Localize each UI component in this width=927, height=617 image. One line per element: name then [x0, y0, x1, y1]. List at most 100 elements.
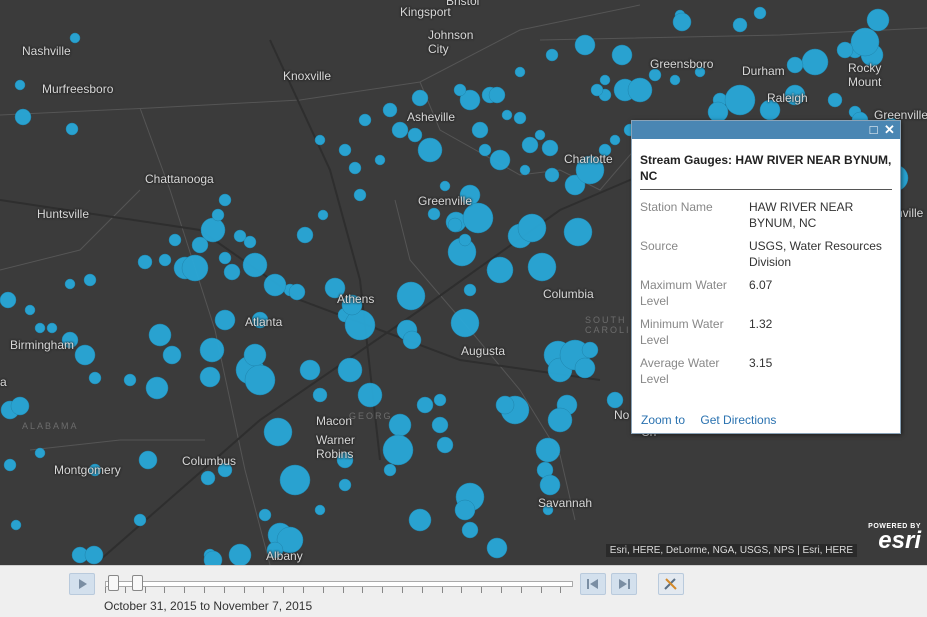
stream-gauge-marker[interactable] — [191, 236, 209, 254]
stream-gauge-marker[interactable] — [228, 543, 252, 565]
stream-gauge-marker[interactable] — [348, 161, 362, 175]
stream-gauge-marker[interactable] — [563, 217, 593, 247]
maximize-icon[interactable]: □ — [867, 123, 880, 136]
stream-gauge-marker[interactable] — [672, 12, 692, 32]
stream-gauge-marker[interactable] — [299, 359, 321, 381]
esri-logo[interactable]: POWERED BY esri — [868, 523, 921, 553]
stream-gauge-marker[interactable] — [627, 77, 653, 103]
stream-gauge-marker[interactable] — [314, 504, 326, 516]
stream-gauge-marker[interactable] — [383, 463, 397, 477]
stream-gauge-marker[interactable] — [513, 111, 527, 125]
stream-gauge-marker[interactable] — [535, 437, 561, 463]
stream-gauge-marker[interactable] — [244, 364, 276, 396]
tools-button[interactable] — [658, 573, 684, 595]
stream-gauge-marker[interactable] — [574, 357, 596, 379]
stream-gauge-marker[interactable] — [242, 252, 268, 278]
stream-gauge-marker[interactable] — [133, 513, 147, 527]
stream-gauge-marker[interactable] — [10, 519, 22, 531]
stream-gauge-marker[interactable] — [3, 458, 17, 472]
stream-gauge-marker[interactable] — [489, 149, 511, 171]
stream-gauge-marker[interactable] — [396, 281, 426, 311]
stream-gauge-marker[interactable] — [534, 129, 546, 141]
stream-gauge-marker[interactable] — [69, 32, 81, 44]
stream-gauge-marker[interactable] — [391, 121, 409, 139]
stream-gauge-marker[interactable] — [338, 478, 352, 492]
stream-gauge-marker[interactable] — [463, 283, 477, 297]
stream-gauge-marker[interactable] — [417, 137, 443, 163]
zoom-to-link[interactable]: Zoom to — [641, 413, 685, 427]
stream-gauge-marker[interactable] — [382, 434, 414, 466]
stream-gauge-marker[interactable] — [402, 330, 422, 350]
stream-gauge-marker[interactable] — [374, 154, 386, 166]
stream-gauge-marker[interactable] — [488, 86, 506, 104]
stream-gauge-marker[interactable] — [495, 395, 515, 415]
stream-gauge-marker[interactable] — [669, 74, 681, 86]
stream-gauge-marker[interactable] — [64, 278, 76, 290]
stream-gauge-marker[interactable] — [65, 122, 79, 136]
stream-gauge-marker[interactable] — [84, 545, 104, 565]
stream-gauge-marker[interactable] — [458, 233, 472, 247]
stream-gauge-marker[interactable] — [145, 376, 169, 400]
stream-gauge-marker[interactable] — [453, 83, 467, 97]
stream-gauge-marker[interactable] — [606, 391, 624, 409]
stream-gauge-marker[interactable] — [181, 254, 209, 282]
stream-gauge-marker[interactable] — [258, 508, 272, 522]
stream-gauge-marker[interactable] — [519, 164, 531, 176]
stream-gauge-marker[interactable] — [83, 273, 97, 287]
stream-gauge-marker[interactable] — [478, 143, 492, 157]
stream-gauge-marker[interactable] — [574, 34, 596, 56]
stream-gauge-marker[interactable] — [541, 139, 559, 157]
stream-gauge-marker[interactable] — [408, 508, 432, 532]
stream-gauge-marker[interactable] — [263, 417, 293, 447]
stream-gauge-marker[interactable] — [471, 121, 489, 139]
stream-gauge-marker[interactable] — [296, 226, 314, 244]
stream-gauge-marker[interactable] — [724, 84, 756, 116]
stream-gauge-marker[interactable] — [243, 343, 267, 367]
stream-gauge-marker[interactable] — [337, 357, 363, 383]
stream-gauge-marker[interactable] — [74, 344, 96, 366]
stream-gauge-marker[interactable] — [836, 41, 854, 59]
stream-gauge-marker[interactable] — [486, 256, 514, 284]
stream-gauge-marker[interactable] — [263, 273, 287, 297]
close-icon[interactable]: ✕ — [883, 123, 896, 136]
stream-gauge-marker[interactable] — [199, 337, 225, 363]
stream-gauge-marker[interactable] — [514, 66, 526, 78]
stream-gauge-marker[interactable] — [137, 254, 153, 270]
stream-gauge-marker[interactable] — [447, 217, 463, 233]
stream-gauge-marker[interactable] — [382, 102, 398, 118]
stream-gauge-marker[interactable] — [411, 89, 429, 107]
stream-gauge-marker[interactable] — [433, 393, 447, 407]
stream-gauge-marker[interactable] — [431, 416, 449, 434]
stream-gauge-marker[interactable] — [407, 127, 423, 143]
stream-gauge-marker[interactable] — [707, 101, 729, 123]
info-popup[interactable]: □ ✕ Stream Gauges: HAW RIVER NEAR BYNUM,… — [631, 120, 901, 434]
stream-gauge-marker[interactable] — [218, 251, 232, 265]
stream-gauge-marker[interactable] — [199, 366, 221, 388]
stream-gauge-marker[interactable] — [590, 83, 604, 97]
stream-gauge-marker[interactable] — [211, 208, 225, 222]
stream-gauge-marker[interactable] — [454, 499, 476, 521]
stream-gauge-marker[interactable] — [0, 291, 17, 309]
stream-gauge-marker[interactable] — [14, 79, 26, 91]
stream-gauge-marker[interactable] — [358, 113, 372, 127]
stream-gauge-marker[interactable] — [501, 109, 513, 121]
stream-gauge-marker[interactable] — [233, 229, 247, 243]
stream-gauge-marker[interactable] — [801, 48, 829, 76]
stream-gauge-marker[interactable] — [416, 396, 434, 414]
get-directions-link[interactable]: Get Directions — [700, 413, 776, 427]
stream-gauge-marker[interactable] — [314, 134, 326, 146]
stream-gauge-marker[interactable] — [162, 345, 182, 365]
stream-gauge-marker[interactable] — [611, 44, 633, 66]
stream-gauge-marker[interactable] — [436, 436, 454, 454]
stream-gauge-marker[interactable] — [24, 304, 36, 316]
stream-gauge-marker[interactable] — [521, 136, 539, 154]
stream-gauge-marker[interactable] — [545, 48, 559, 62]
next-button[interactable] — [611, 573, 637, 595]
stream-gauge-marker[interactable] — [223, 263, 241, 281]
play-button[interactable] — [69, 573, 95, 595]
stream-gauge-marker[interactable] — [599, 74, 611, 86]
stream-gauge-marker[interactable] — [353, 188, 367, 202]
stream-gauge-marker[interactable] — [547, 407, 573, 433]
stream-gauge-marker[interactable] — [450, 308, 480, 338]
stream-gauge-marker[interactable] — [609, 134, 621, 146]
